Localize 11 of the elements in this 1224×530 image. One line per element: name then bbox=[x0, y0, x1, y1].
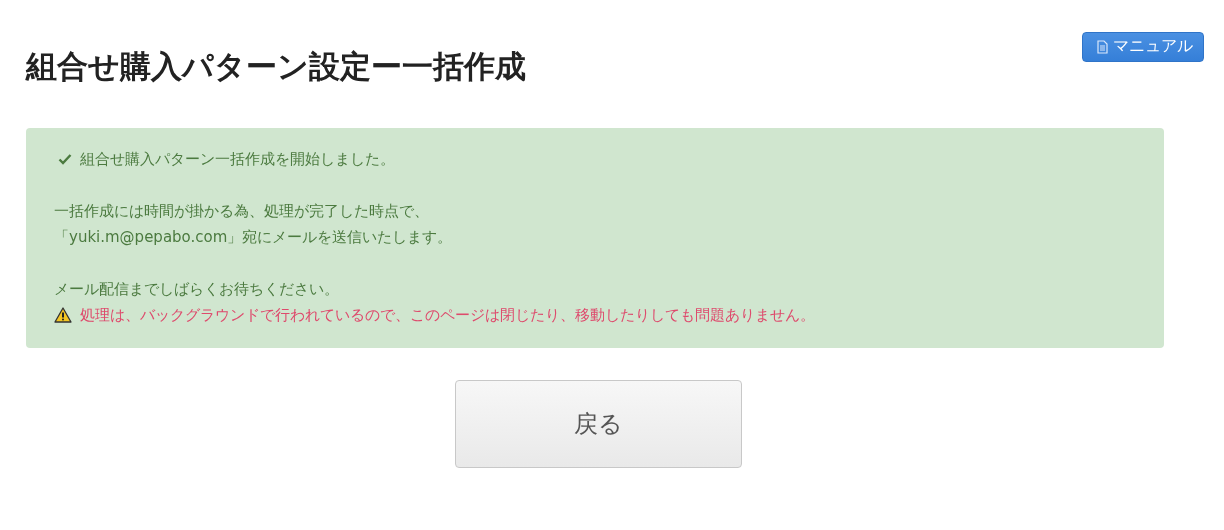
message-text: メール配信までしばらくお待ちください。 bbox=[54, 279, 340, 300]
manual-button[interactable]: マニュアル bbox=[1082, 32, 1204, 62]
message-text: 一括作成には時間が掛かる為、処理が完了した時点で、 bbox=[54, 201, 430, 222]
page-title: 組合せ購入パターン設定ー一括作成 bbox=[26, 47, 526, 86]
message-text: 「yuki.m@pepabo.com」宛にメールを送信いたします。 bbox=[54, 227, 454, 248]
warning-text: 処理は、バックグラウンドで行われているので、このページは閉じたり、移動したりしても問題ありません。 bbox=[80, 305, 815, 326]
warning-icon bbox=[54, 307, 72, 323]
document-icon bbox=[1097, 39, 1108, 54]
check-icon bbox=[58, 153, 72, 165]
message-text: 組合せ購入パターン一括作成を開始しました。 bbox=[80, 149, 395, 170]
back-button[interactable]: 戻る bbox=[454, 380, 742, 468]
